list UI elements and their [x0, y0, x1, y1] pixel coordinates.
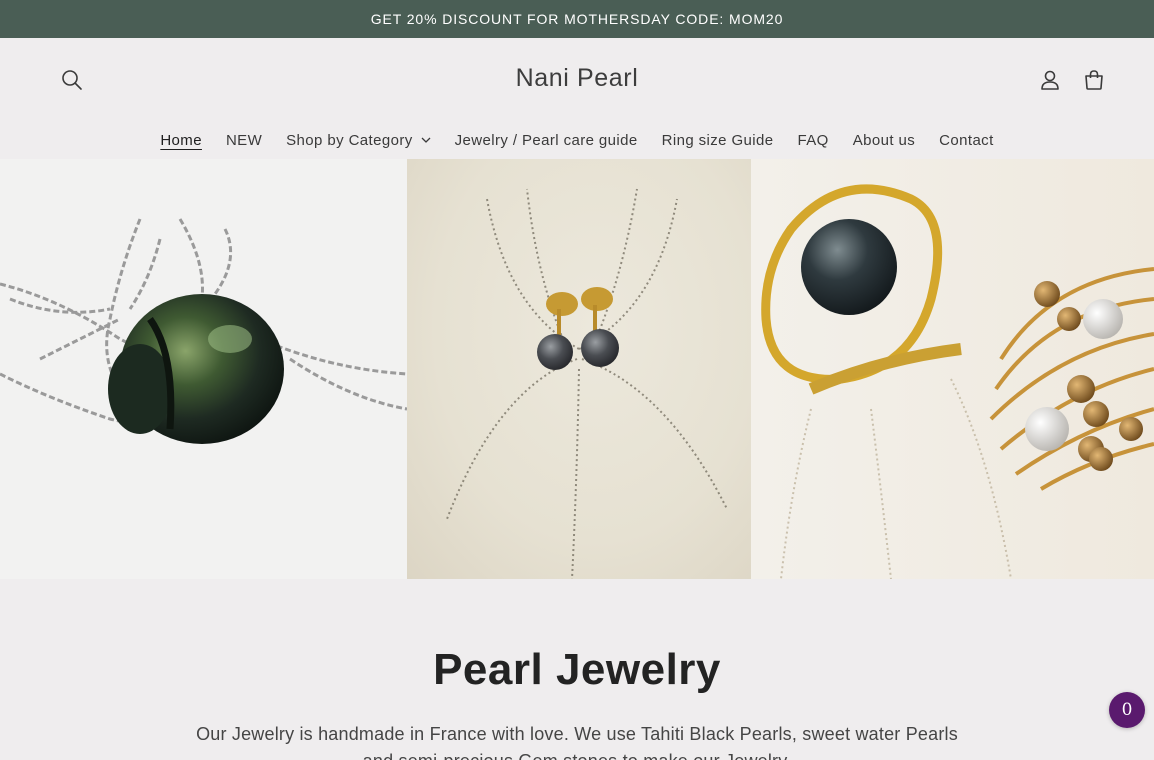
- pearl-rings-image: [751, 159, 1154, 579]
- nav-item-about-us[interactable]: About us: [841, 132, 927, 149]
- site-logo[interactable]: Nani Pearl: [0, 64, 1154, 93]
- cart-icon: [1085, 70, 1103, 90]
- announcement-text: GET 20% DISCOUNT FOR MOTHERSDAY CODE: MO…: [370, 11, 784, 27]
- intro-section: Pearl Jewelry Our Jewelry is handmade in…: [0, 579, 1154, 760]
- chevron-down-icon: [421, 137, 431, 143]
- nav-item-home[interactable]: Home: [148, 132, 214, 149]
- black-pearl-necklace-image: [0, 159, 407, 579]
- nav-item-faq[interactable]: FAQ: [786, 132, 841, 149]
- main-nav: Home NEW Shop by Category Jewelry / Pear…: [0, 120, 1154, 160]
- account-button[interactable]: [1036, 66, 1064, 94]
- chat-count: 0: [1121, 700, 1133, 720]
- chat-widget-button[interactable]: 0: [1109, 692, 1145, 728]
- nav-item-label: FAQ: [797, 131, 829, 149]
- nav-item-ring-size-guide[interactable]: Ring size Guide: [650, 132, 786, 149]
- nav-item-care-guide[interactable]: Jewelry / Pearl care guide: [443, 132, 650, 149]
- nav-item-label: NEW: [225, 131, 263, 149]
- intro-description: Our Jewelry is handmade in France with l…: [196, 724, 958, 760]
- site-header: Nani Pearl Home NEW Shop by Category Jew…: [0, 38, 1154, 159]
- account-icon: [1041, 70, 1059, 90]
- nav-item-shop-by-category[interactable]: Shop by Category: [274, 132, 442, 149]
- nav-item-label: Ring size Guide: [661, 131, 774, 149]
- page-title: Pearl Jewelry: [433, 645, 721, 694]
- nav-item-new[interactable]: NEW: [214, 132, 274, 149]
- announcement-bar: GET 20% DISCOUNT FOR MOTHERSDAY CODE: MO…: [0, 0, 1154, 38]
- nav-item-label: About us: [852, 131, 916, 149]
- pearl-stud-earrings-image: [407, 159, 751, 579]
- nav-item-contact[interactable]: Contact: [927, 132, 1006, 149]
- nav-item-label: Jewelry / Pearl care guide: [454, 131, 638, 149]
- nav-item-label: Contact: [939, 131, 994, 149]
- nav-item-label: Home: [160, 131, 202, 149]
- cart-button[interactable]: [1080, 66, 1108, 94]
- nav-item-label: Shop by Category: [286, 131, 413, 149]
- hero-banner: [0, 159, 1154, 579]
